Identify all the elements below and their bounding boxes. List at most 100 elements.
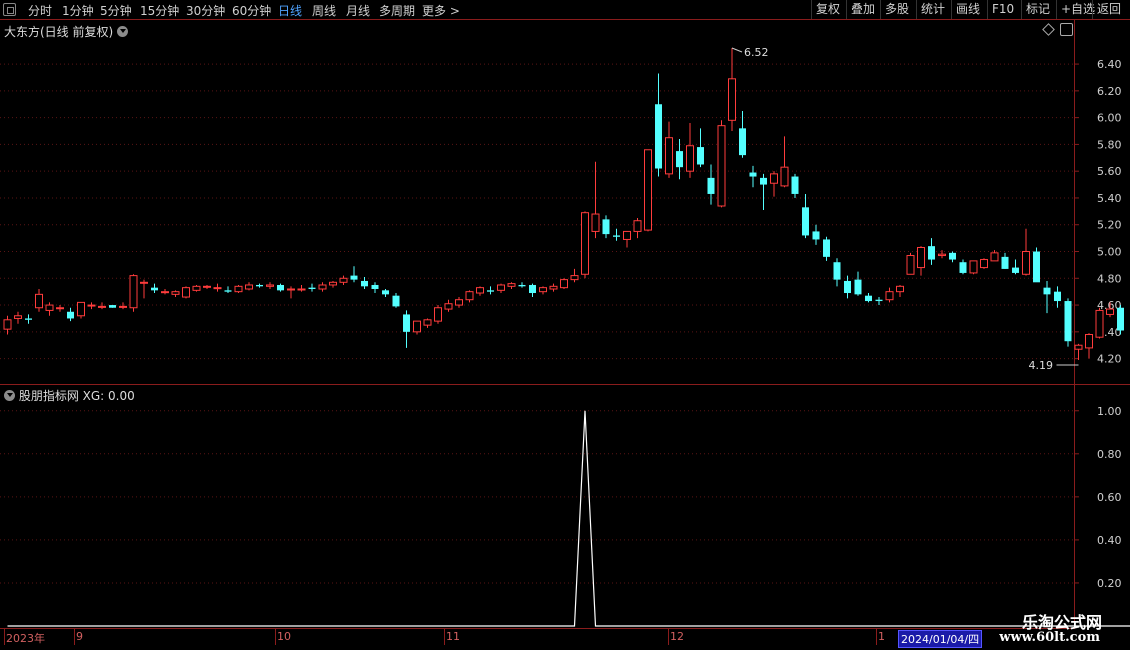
chart-svg: 6.406.206.005.805.605.405.205.004.804.60…: [0, 46, 1130, 627]
high-price-label: 6.52: [744, 46, 769, 59]
candle-body-up: [497, 284, 505, 291]
candle-body-up: [539, 287, 547, 293]
indicator-y-label: 0.20: [1097, 577, 1122, 590]
candle-body-up: [297, 288, 306, 291]
candle-body-down: [760, 177, 767, 185]
candle-body-down: [791, 176, 799, 194]
candle-body-up: [203, 285, 211, 288]
candle-body-up: [423, 319, 432, 326]
x-axis-label: 10: [277, 630, 291, 643]
candle-body-up: [171, 291, 180, 295]
candle-body-down: [1054, 291, 1061, 302]
candle-body-down: [392, 295, 400, 307]
candle-body-down: [1012, 267, 1019, 273]
main-y-label: 5.00: [1097, 246, 1122, 259]
x-axis-tick: [74, 629, 75, 645]
candle-body-down: [833, 262, 841, 280]
candle-body-down: [67, 311, 74, 319]
candle-body-up: [560, 279, 568, 289]
candle-body-up: [77, 301, 85, 317]
indicator-y-label: 0.80: [1097, 448, 1122, 461]
candle-body-down: [1001, 256, 1009, 269]
candle-body-up: [98, 305, 106, 308]
candle-body-down: [602, 219, 610, 235]
main-y-label: 5.60: [1097, 165, 1122, 178]
x-axis-label: 9: [76, 630, 83, 643]
candle-body-up: [56, 307, 64, 310]
candle-body-up: [1106, 308, 1114, 315]
x-axis-tick: [4, 629, 5, 645]
candle-body-up: [717, 125, 726, 207]
candle-body-up: [885, 291, 894, 301]
candle-body-down: [1033, 251, 1040, 283]
candle-body-up: [1085, 334, 1093, 349]
candle-body-down: [529, 284, 536, 294]
candle-body-up: [581, 212, 589, 275]
main-y-label: 4.80: [1097, 272, 1122, 285]
candle-body-down: [518, 284, 526, 287]
candle-body-up: [780, 166, 789, 187]
indicator-y-label: 0.40: [1097, 534, 1122, 547]
candle-body-up: [213, 287, 222, 290]
main-y-label: 6.40: [1097, 58, 1122, 71]
x-axis-label: 11: [446, 630, 460, 643]
candle-body-up: [570, 275, 579, 281]
candle-body-up: [14, 315, 22, 319]
candle-body-down: [224, 290, 232, 292]
watermark-url: www.60lt.com: [999, 630, 1100, 645]
candle-body-up: [45, 304, 54, 311]
candle-body-up: [896, 285, 904, 293]
candle-body-down: [308, 287, 316, 289]
x-axis-label: 1: [878, 630, 885, 643]
candle-body-up: [644, 149, 652, 231]
candle-body-down: [109, 305, 116, 308]
main-y-label: 5.80: [1097, 138, 1122, 151]
candle-body-up: [35, 293, 43, 309]
candle-body-up: [1095, 309, 1104, 338]
candle-body-down: [256, 284, 263, 287]
candle-body-up: [549, 285, 558, 290]
x-axis-label: 2023年: [6, 632, 45, 645]
candle-body-down: [959, 262, 967, 273]
candle-body-up: [623, 230, 631, 240]
candle-body-up: [234, 285, 243, 293]
candle-body-down: [350, 275, 358, 280]
candle-body-up: [87, 304, 96, 307]
candle-body-up: [129, 275, 138, 309]
x-axis-tick: [668, 629, 669, 645]
candle-body-down: [949, 252, 956, 260]
candle-body-up: [444, 303, 453, 310]
candle-body-up: [434, 307, 442, 322]
candle-body-down: [151, 287, 158, 291]
candle-body-up: [329, 281, 337, 286]
candle-body-up: [633, 220, 642, 232]
candle-body-up: [1022, 251, 1030, 275]
candle-body-down: [382, 290, 389, 295]
candle-body-up: [119, 305, 127, 308]
candle-body-down: [487, 290, 494, 292]
candle-body-down: [749, 172, 757, 177]
indicator-y-label: 1.00: [1097, 405, 1122, 418]
x-axis-tick: [275, 629, 276, 645]
x-axis-label: 12: [670, 630, 684, 643]
main-y-label: 4.20: [1097, 353, 1122, 366]
candle-body-down: [823, 239, 830, 257]
low-price-label: 4.19: [1029, 359, 1054, 372]
candle-body-up: [476, 287, 484, 294]
candle-body-up: [140, 281, 148, 284]
candle-body-up: [770, 173, 778, 184]
candle-body-down: [1064, 301, 1072, 342]
candle-body-up: [266, 284, 274, 287]
xg-indicator-line: [7, 410, 1130, 627]
indicator-y-label: 0.60: [1097, 491, 1122, 504]
candle-body-down: [1117, 307, 1124, 331]
candle-body-down: [1043, 287, 1051, 295]
candle-body-up: [287, 288, 295, 291]
candle-body-up: [665, 137, 673, 175]
main-y-label: 5.20: [1097, 219, 1122, 232]
candle-body-down: [812, 231, 820, 240]
candle-body-up: [318, 284, 327, 290]
candle-body-up: [161, 291, 169, 294]
current-date-label: 2024/01/04/四: [898, 630, 983, 648]
candle-body-down: [403, 314, 410, 332]
